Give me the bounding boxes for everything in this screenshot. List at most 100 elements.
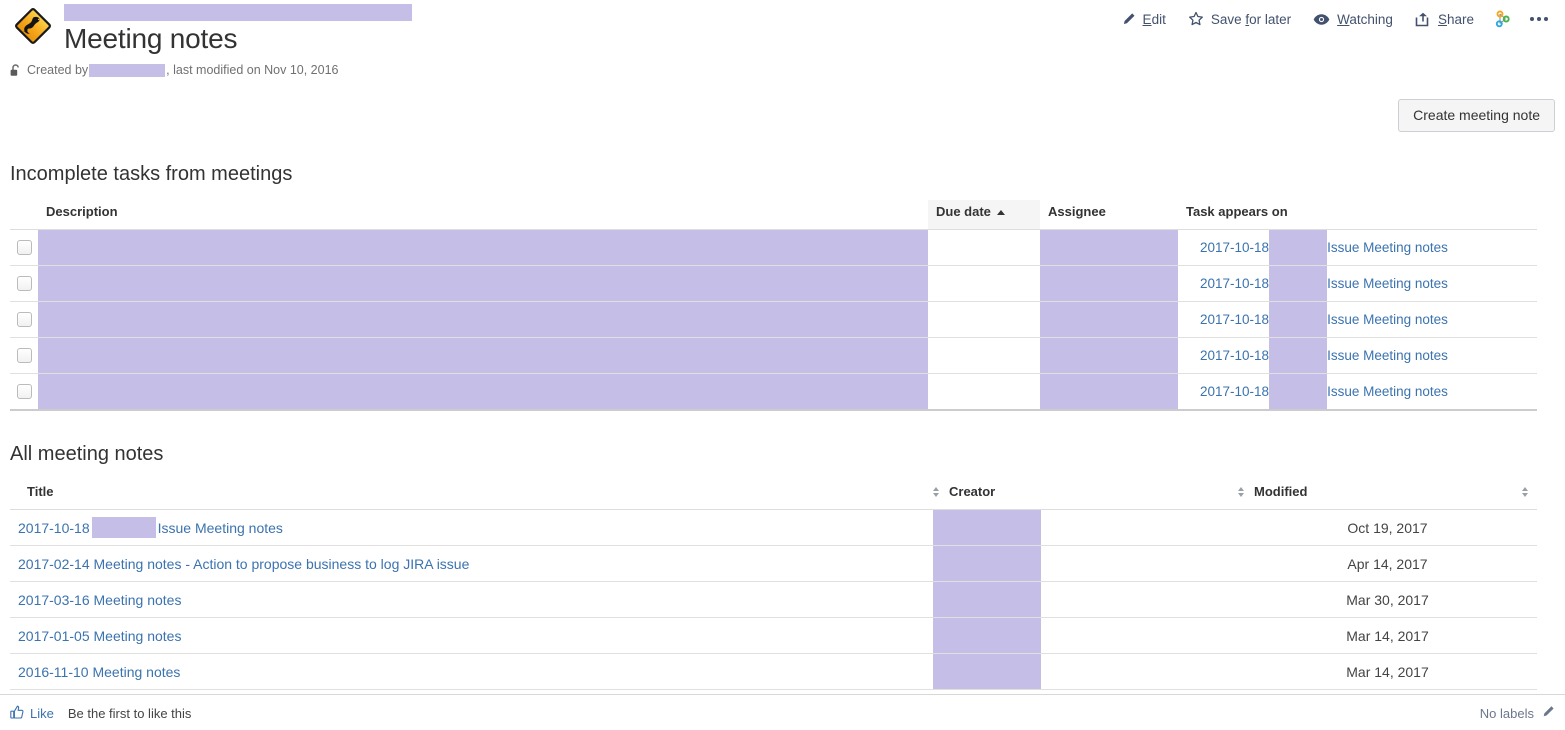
note-modified-cell: Apr 14, 2017 — [1238, 545, 1537, 582]
task-row: 2017-10-18 Issue Meeting notes — [10, 337, 1537, 374]
note-title-cell: 2017-01-05 Meeting notes — [10, 617, 933, 654]
task-appears-date-link[interactable]: 2017-10-18 — [1200, 348, 1269, 363]
meeting-note-row: 2017-01-05 Meeting notes Mar 14, 2017 — [10, 617, 1537, 654]
task-assignee-cell — [1040, 337, 1178, 374]
note-creator-cell — [933, 545, 1238, 582]
task-checkbox[interactable] — [17, 348, 32, 363]
all-meeting-notes-heading: All meeting notes — [10, 443, 164, 465]
task-row: 2017-10-18 Issue Meeting notes — [10, 301, 1537, 338]
save-for-later-button[interactable]: Save for later — [1177, 7, 1302, 31]
task-row: 2017-10-18 Issue Meeting notes — [10, 229, 1537, 266]
create-meeting-note-button[interactable]: Create meeting note — [1398, 99, 1555, 132]
notes-title-header[interactable]: Title — [10, 480, 933, 510]
page-header: Meeting notes Created by , last modified… — [0, 0, 1565, 86]
incomplete-tasks-heading: Incomplete tasks from meetings — [10, 163, 293, 185]
task-appears-on-cell: 2017-10-18 Issue Meeting notes — [1178, 337, 1537, 374]
notes-title-label: Title — [27, 484, 54, 499]
byline-prefix: Created by — [27, 63, 89, 77]
more-options-icon[interactable] — [1521, 13, 1557, 25]
share-arrow-icon — [1415, 12, 1431, 27]
task-appears-redacted — [1269, 338, 1328, 373]
task-checkbox[interactable] — [17, 240, 32, 255]
notes-modified-header[interactable]: Modified — [1238, 480, 1537, 510]
task-appears-date-link[interactable]: 2017-10-18 — [1200, 384, 1269, 399]
all-meeting-notes-table: Title Creator Modified 2017-10-18 Issue … — [10, 480, 1537, 690]
note-creator-cell — [933, 581, 1238, 618]
byline-suffix: , last modified on Nov 10, 2016 — [166, 63, 339, 77]
task-description-redacted — [38, 302, 928, 337]
tasks-due-date-header[interactable]: Due date — [928, 200, 1040, 230]
task-appears-page-link[interactable]: Issue Meeting notes — [1327, 240, 1448, 255]
tasks-appears-on-header[interactable]: Task appears on — [1178, 200, 1537, 230]
tasks-due-date-label: Due date — [936, 204, 991, 219]
task-appears-page-link[interactable]: Issue Meeting notes — [1327, 312, 1448, 327]
task-checkbox-cell — [10, 229, 38, 266]
notes-creator-label: Creator — [949, 484, 996, 499]
edit-button[interactable]: Edit — [1110, 8, 1177, 31]
sort-toggle-icon[interactable] — [1522, 486, 1529, 497]
task-assignee-redacted — [1040, 230, 1178, 265]
note-title-cell: 2017-02-14 Meeting notes - Action to pro… — [10, 545, 933, 582]
task-checkbox[interactable] — [17, 312, 32, 327]
labels-text: No labels — [1479, 706, 1534, 721]
task-checkbox[interactable] — [17, 384, 32, 399]
notes-header-row: Title Creator Modified — [10, 480, 1537, 510]
task-checkbox[interactable] — [17, 276, 32, 291]
task-appears-page-link[interactable]: Issue Meeting notes — [1327, 384, 1448, 399]
note-title-link[interactable]: 2017-01-05 Meeting notes — [18, 628, 181, 644]
watching-button[interactable]: Watching — [1302, 8, 1404, 31]
task-appears-redacted — [1269, 230, 1328, 265]
task-checkbox-cell — [10, 301, 38, 338]
task-appears-page-link[interactable]: Issue Meeting notes — [1327, 348, 1448, 363]
task-appears-page-link[interactable]: Issue Meeting notes — [1327, 276, 1448, 291]
task-due-date-cell — [928, 301, 1040, 338]
notes-modified-label: Modified — [1254, 484, 1308, 499]
task-appears-on-cell: 2017-10-18 Issue Meeting notes — [1178, 373, 1537, 411]
tasks-description-header[interactable]: Description — [38, 200, 928, 230]
star-icon — [1188, 11, 1204, 27]
task-appears-date-link[interactable]: 2017-10-18 — [1200, 276, 1269, 291]
note-title-link[interactable]: 2016-11-10 Meeting notes — [18, 664, 180, 680]
sort-toggle-icon[interactable] — [933, 486, 940, 497]
note-title-link[interactable]: Issue Meeting notes — [158, 520, 283, 536]
note-title-link[interactable]: 2017-03-16 Meeting notes — [18, 592, 181, 608]
task-appears-redacted — [1269, 302, 1328, 337]
task-description-cell — [38, 301, 928, 338]
task-appears-date-link[interactable]: 2017-10-18 — [1200, 240, 1269, 255]
meeting-note-row: 2017-03-16 Meeting notes Mar 30, 2017 — [10, 581, 1537, 618]
task-appears-date-link[interactable]: 2017-10-18 — [1200, 312, 1269, 327]
task-assignee-cell — [1040, 265, 1178, 302]
notes-creator-header[interactable]: Creator — [933, 480, 1238, 510]
byline: Created by , last modified on Nov 10, 20… — [10, 62, 338, 78]
note-title-link[interactable]: 2017-02-14 Meeting notes - Action to pro… — [18, 556, 469, 572]
task-assignee-cell — [1040, 229, 1178, 266]
task-checkbox-cell — [10, 373, 38, 411]
kangaroo-crossing-sign-icon — [10, 3, 56, 49]
task-checkbox-cell — [10, 265, 38, 302]
task-due-date-cell — [928, 373, 1040, 411]
note-title-cell: 2017-03-16 Meeting notes — [10, 581, 933, 618]
meeting-note-row: 2017-10-18 Issue Meeting notes Oct 19, 201… — [10, 509, 1537, 546]
page-footer: Like Be the first to like this No labels — [10, 705, 1555, 722]
pencil-icon[interactable] — [1541, 705, 1555, 722]
note-creator-cell — [933, 509, 1238, 546]
sort-toggle-icon[interactable] — [1238, 486, 1245, 497]
sort-ascending-icon — [996, 210, 1005, 216]
task-appears-on-cell: 2017-10-18 Issue Meeting notes — [1178, 301, 1537, 338]
note-title-date-link[interactable]: 2017-10-18 — [18, 520, 90, 536]
task-assignee-redacted — [1040, 338, 1178, 373]
note-creator-redacted — [933, 618, 1041, 653]
like-status-text: Be the first to like this — [67, 706, 192, 721]
task-row: 2017-10-18 Issue Meeting notes — [10, 373, 1537, 411]
tasks-assignee-header[interactable]: Assignee — [1040, 200, 1178, 230]
network-graph-icon[interactable] — [1485, 6, 1521, 32]
like-label: Like — [30, 706, 54, 721]
byline-author-redacted — [89, 63, 166, 77]
task-checkbox-cell — [10, 337, 38, 374]
note-modified-cell: Mar 14, 2017 — [1238, 617, 1537, 654]
like-button[interactable]: Like — [10, 705, 54, 722]
note-title-redacted — [91, 517, 156, 538]
share-button[interactable]: Share — [1404, 8, 1485, 31]
note-creator-cell — [933, 617, 1238, 654]
task-appears-redacted — [1269, 374, 1328, 409]
